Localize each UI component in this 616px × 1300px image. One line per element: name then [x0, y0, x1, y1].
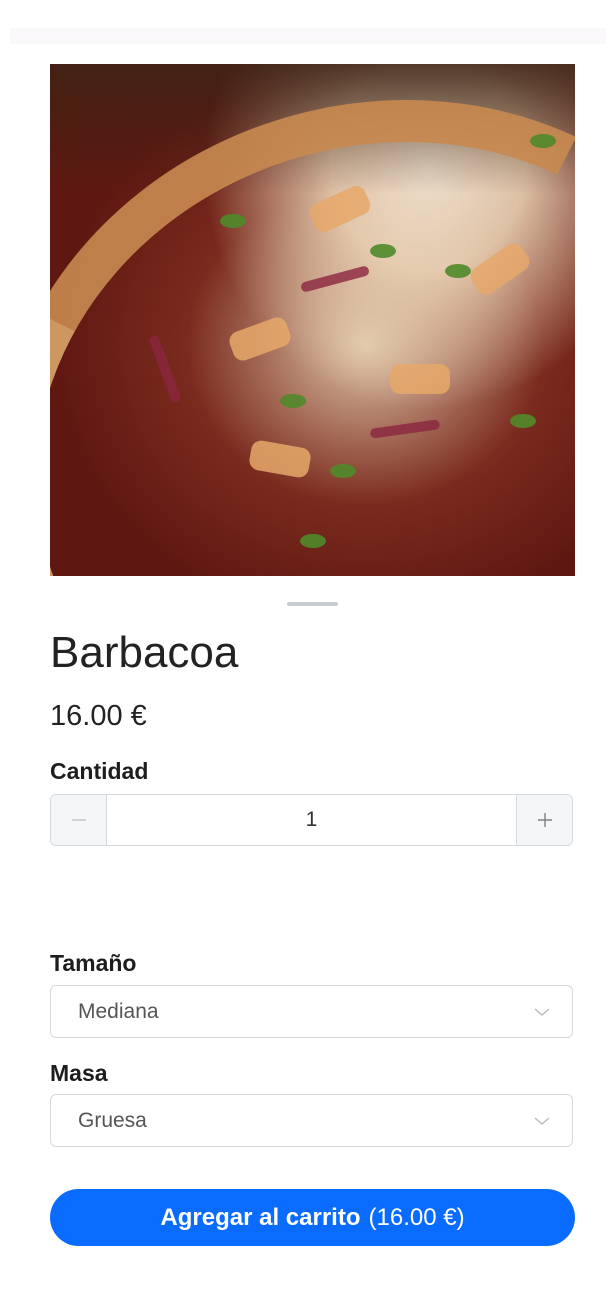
- dough-select[interactable]: Gruesa: [50, 1094, 573, 1147]
- quantity-value[interactable]: 1: [107, 795, 516, 845]
- decrement-button[interactable]: [51, 795, 107, 845]
- increment-button[interactable]: [516, 795, 572, 845]
- minus-icon: [71, 819, 86, 821]
- topping: [530, 134, 556, 148]
- add-to-cart-label: Agregar al carrito: [160, 1203, 361, 1231]
- sheet-handle[interactable]: [287, 602, 338, 606]
- chevron-down-icon: [534, 1008, 550, 1016]
- product-title: Barbacoa: [50, 628, 239, 677]
- topping: [370, 244, 396, 258]
- quantity-label: Cantidad: [50, 758, 149, 784]
- top-strip: [10, 28, 606, 44]
- topping: [330, 464, 356, 478]
- product-price: 16.00 €: [50, 700, 147, 732]
- product-image: [50, 64, 575, 576]
- size-selected-value: Mediana: [78, 999, 159, 1023]
- size-label: Tamaño: [50, 950, 137, 976]
- plus-icon: [537, 813, 552, 827]
- size-select[interactable]: Mediana: [50, 985, 573, 1038]
- chevron-down-icon: [534, 1117, 550, 1125]
- topping: [510, 414, 536, 428]
- topping: [300, 534, 326, 548]
- topping: [220, 214, 246, 228]
- dough-selected-value: Gruesa: [78, 1108, 147, 1132]
- quantity-stepper: 1: [50, 794, 573, 846]
- dough-label: Masa: [50, 1060, 108, 1086]
- topping: [280, 394, 306, 408]
- add-to-cart-total: (16.00 €): [368, 1203, 465, 1231]
- add-to-cart-button[interactable]: Agregar al carrito (16.00 €): [50, 1189, 575, 1246]
- topping: [445, 264, 471, 278]
- topping: [390, 364, 450, 394]
